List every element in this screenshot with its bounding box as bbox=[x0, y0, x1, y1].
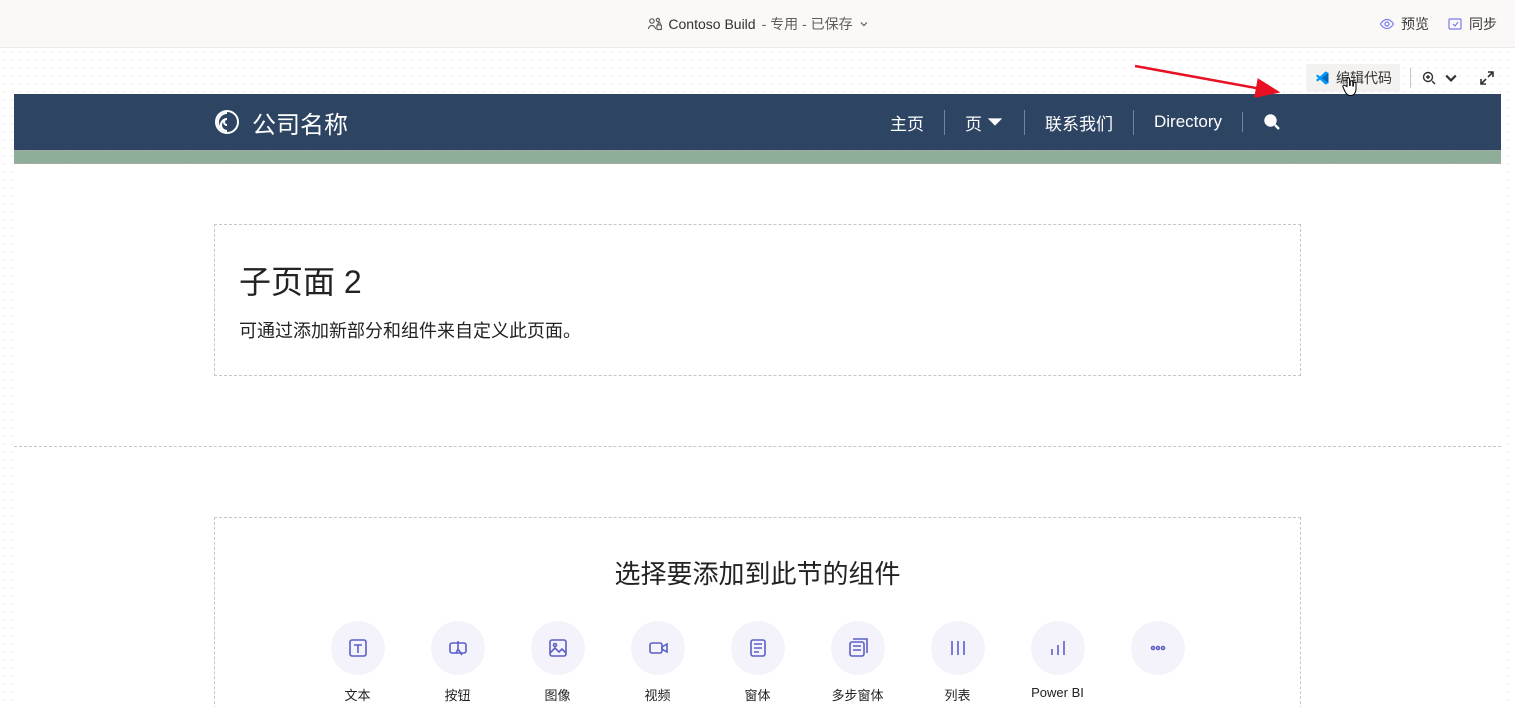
site-logo[interactable]: 公司名称 bbox=[214, 105, 348, 140]
edit-code-label: 编辑代码 bbox=[1336, 68, 1392, 88]
video-icon bbox=[647, 637, 669, 659]
text-icon bbox=[347, 637, 369, 659]
sync-button[interactable]: 同步 bbox=[1447, 14, 1497, 34]
logo-swirl-icon bbox=[214, 109, 240, 135]
powerbi-icon bbox=[1047, 637, 1069, 659]
site-brand: 公司名称 bbox=[252, 105, 348, 140]
nav-home-label: 主页 bbox=[890, 110, 924, 135]
nav-search[interactable] bbox=[1243, 113, 1301, 131]
component-form[interactable]: 窗体 bbox=[731, 621, 785, 704]
nav-page[interactable]: 页 bbox=[945, 110, 1025, 135]
app-title: Contoso Build bbox=[668, 16, 755, 32]
page-body: 子页面 2 可通过添加新部分和组件来自定义此页面。 选择要添加到此节的组件 文本… bbox=[14, 164, 1501, 707]
preview-button[interactable]: 预览 bbox=[1379, 14, 1429, 34]
eye-icon bbox=[1379, 16, 1395, 32]
site-preview: 公司名称 主页 页 联系我们 Directory 子页面 2 可通过添加新部分和… bbox=[14, 94, 1501, 707]
component-multi-form-label: 多步窗体 bbox=[831, 685, 883, 704]
sync-label: 同步 bbox=[1469, 14, 1497, 34]
page-desc: 可通过添加新部分和组件来自定义此页面。 bbox=[239, 317, 1276, 343]
component-image-label: 图像 bbox=[544, 685, 570, 704]
multi-form-icon bbox=[847, 637, 869, 659]
nav-directory[interactable]: Directory bbox=[1134, 112, 1243, 132]
more-icon bbox=[1147, 637, 1169, 659]
site-nav: 公司名称 主页 页 联系我们 Directory bbox=[14, 94, 1501, 150]
button-icon bbox=[447, 637, 469, 659]
component-video-label: 视频 bbox=[644, 685, 670, 704]
nav-home[interactable]: 主页 bbox=[870, 110, 945, 135]
list-icon bbox=[947, 637, 969, 659]
image-icon bbox=[547, 637, 569, 659]
nav-directory-label: Directory bbox=[1154, 112, 1222, 132]
zoom-dropdown-icon[interactable] bbox=[1443, 70, 1459, 86]
nav-contact-label: 联系我们 bbox=[1045, 110, 1113, 135]
section-divider bbox=[14, 446, 1501, 447]
toolbar-separator bbox=[1410, 68, 1411, 88]
page-title: 子页面 2 bbox=[239, 257, 1276, 303]
people-lock-icon bbox=[646, 16, 662, 32]
nav-page-label: 页 bbox=[965, 110, 982, 135]
component-heading: 选择要添加到此节的组件 bbox=[239, 554, 1276, 591]
zoom-in-icon[interactable] bbox=[1421, 70, 1437, 86]
component-button-label: 按钮 bbox=[444, 685, 470, 704]
caret-down-icon bbox=[986, 113, 1004, 131]
edit-code-button[interactable]: 编辑代码 bbox=[1306, 64, 1400, 92]
app-title-group[interactable]: Contoso Build - 专用 - 已保存 bbox=[646, 14, 868, 34]
vscode-icon bbox=[1314, 70, 1330, 86]
component-row: 文本 按钮 图像 视频 bbox=[239, 621, 1276, 704]
component-button[interactable]: 按钮 bbox=[431, 621, 485, 704]
site-menu: 主页 页 联系我们 Directory bbox=[870, 110, 1301, 135]
search-icon bbox=[1263, 113, 1281, 131]
component-image[interactable]: 图像 bbox=[531, 621, 585, 704]
component-picker: 选择要添加到此节的组件 文本 按钮 图像 bbox=[214, 517, 1301, 707]
content-block[interactable]: 子页面 2 可通过添加新部分和组件来自定义此页面。 bbox=[214, 224, 1301, 376]
preview-label: 预览 bbox=[1401, 14, 1429, 34]
app-bar: Contoso Build - 专用 - 已保存 预览 同步 bbox=[0, 0, 1515, 48]
nav-contact[interactable]: 联系我们 bbox=[1025, 110, 1134, 135]
component-text[interactable]: 文本 bbox=[331, 621, 385, 704]
expand-icon[interactable] bbox=[1479, 70, 1495, 86]
component-multi-form[interactable]: 多步窗体 bbox=[831, 621, 885, 704]
component-list-label: 列表 bbox=[944, 685, 970, 704]
component-form-label: 窗体 bbox=[744, 685, 770, 704]
component-powerbi[interactable]: Power BI bbox=[1031, 621, 1085, 704]
component-text-label: 文本 bbox=[344, 685, 370, 704]
sync-icon bbox=[1447, 16, 1463, 32]
component-powerbi-label: Power BI bbox=[1031, 685, 1084, 700]
canvas[interactable]: 编辑代码 公司名称 主页 bbox=[0, 48, 1515, 707]
chevron-down-icon bbox=[859, 19, 869, 29]
component-more[interactable] bbox=[1131, 621, 1185, 704]
component-video[interactable]: 视频 bbox=[631, 621, 685, 704]
form-icon bbox=[747, 637, 769, 659]
component-list[interactable]: 列表 bbox=[931, 621, 985, 704]
section-spacer[interactable] bbox=[14, 150, 1501, 164]
canvas-toolbar: 编辑代码 bbox=[1306, 64, 1495, 92]
app-status: - 专用 - 已保存 bbox=[762, 14, 853, 34]
